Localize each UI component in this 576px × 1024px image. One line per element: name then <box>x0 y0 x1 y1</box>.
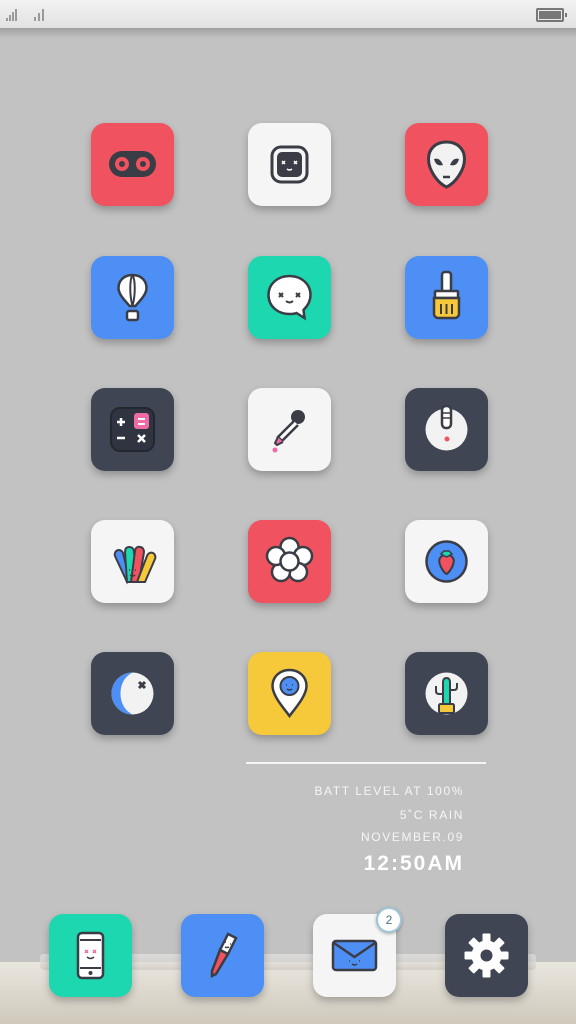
app-strawberry[interactable] <box>405 520 488 603</box>
gear-icon <box>464 933 509 978</box>
apple-tv-remote-icon <box>425 404 468 451</box>
date-text: NOVEMBER.09 <box>361 830 464 844</box>
app-cactus[interactable] <box>405 652 488 735</box>
app-flower[interactable] <box>248 520 331 603</box>
weather-text: 5˚C RAIN <box>399 808 464 822</box>
app-chat[interactable] <box>248 256 331 339</box>
battery-level-text: BATT LEVEL AT 100% <box>314 784 464 798</box>
app-paint-brush[interactable] <box>405 256 488 339</box>
widget-divider <box>246 762 486 764</box>
clock-time: 12:50AM <box>363 852 464 875</box>
dropper-icon <box>272 410 305 453</box>
status-bar <box>0 0 576 28</box>
moon-icon <box>111 672 154 715</box>
app-smartwatch[interactable] <box>248 123 331 206</box>
strawberry-icon <box>425 540 468 583</box>
dock-phone[interactable] <box>49 914 132 997</box>
app-swatches[interactable] <box>91 520 174 603</box>
app-calculator[interactable] <box>91 388 174 471</box>
hot-air-balloon-icon <box>117 273 148 322</box>
app-moon[interactable] <box>91 652 174 735</box>
cassette-icon <box>109 151 156 177</box>
battery-icon <box>536 8 567 22</box>
dock-pencil[interactable] <box>181 914 264 997</box>
pencil-face-icon <box>210 932 238 979</box>
flower-icon <box>265 536 314 583</box>
app-remote[interactable] <box>405 388 488 471</box>
calculator-icon <box>110 407 155 452</box>
cactus-icon <box>425 672 468 715</box>
signal-bars-icon <box>6 7 22 21</box>
signal-bars-icon <box>34 7 50 21</box>
mail-badge: 2 <box>376 907 402 933</box>
phone-face-icon <box>76 931 105 980</box>
app-dropper[interactable] <box>248 388 331 471</box>
alien-icon <box>426 140 467 189</box>
map-pin-face-icon <box>271 668 308 719</box>
app-alien[interactable] <box>405 123 488 206</box>
color-swatches-icon <box>113 545 157 585</box>
paint-brush-icon <box>432 270 461 320</box>
app-cassette[interactable] <box>91 123 174 206</box>
chat-bubble-face-icon <box>267 274 312 321</box>
smartwatch-face-icon <box>270 145 309 184</box>
app-balloon[interactable] <box>91 256 174 339</box>
dock-settings[interactable] <box>445 914 528 997</box>
app-map-pin[interactable] <box>248 652 331 735</box>
